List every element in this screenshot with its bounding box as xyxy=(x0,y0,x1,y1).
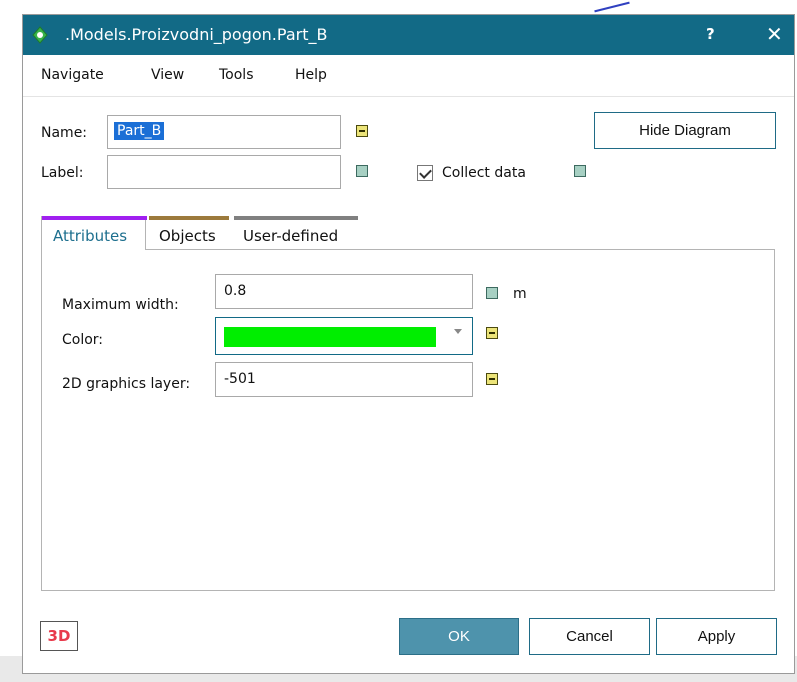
max-width-param-icon[interactable] xyxy=(486,287,498,299)
name-value: Part_B xyxy=(114,122,165,140)
collect-data-checkbox[interactable] xyxy=(417,165,433,181)
color-dropdown[interactable] xyxy=(215,317,473,355)
color-swatch xyxy=(224,327,436,347)
graphics-layer-label: 2D graphics layer: xyxy=(62,376,191,392)
graphics-layer-static-icon[interactable] xyxy=(486,373,498,385)
title-bar: .Models.Proizvodni_pogon.Part_B ? ✕ xyxy=(23,15,794,55)
tab-attributes[interactable]: Attributes xyxy=(41,216,147,250)
menu-view[interactable]: View xyxy=(151,67,184,83)
tab-objects-label: Objects xyxy=(159,227,216,245)
help-button[interactable]: ? xyxy=(706,25,715,43)
tab-attributes-label: Attributes xyxy=(53,227,128,245)
app-logo-icon xyxy=(32,26,48,44)
collect-data-label: Collect data xyxy=(442,165,526,181)
color-static-icon[interactable] xyxy=(486,327,498,339)
ok-button[interactable]: OK xyxy=(399,618,519,655)
tab-user-defined-label: User-defined xyxy=(243,227,339,245)
menu-bar: Navigate View Tools Help xyxy=(23,55,794,97)
max-width-unit: m xyxy=(513,286,527,302)
close-button[interactable]: ✕ xyxy=(766,22,783,46)
hide-diagram-button[interactable]: Hide Diagram xyxy=(594,112,776,149)
max-width-input[interactable]: 0.8 xyxy=(215,274,473,309)
window-title: .Models.Proizvodni_pogon.Part_B xyxy=(65,25,328,44)
properties-dialog: .Models.Proizvodni_pogon.Part_B ? ✕ Navi… xyxy=(22,14,795,674)
3d-badge-icon[interactable]: 3D xyxy=(40,621,78,651)
name-input[interactable]: Part_B xyxy=(107,115,341,149)
max-width-value: 0.8 xyxy=(224,283,247,299)
max-width-label: Maximum width: xyxy=(62,297,179,313)
tab-user-defined[interactable]: User-defined xyxy=(234,216,358,250)
graphics-layer-value: -501 xyxy=(224,371,256,387)
attributes-panel: Maximum width: 0.8 m Color: 2D graphics … xyxy=(41,249,775,591)
cancel-button[interactable]: Cancel xyxy=(529,618,650,655)
name-label: Name: xyxy=(41,125,88,141)
label-param-icon[interactable] xyxy=(356,165,368,177)
menu-navigate[interactable]: Navigate xyxy=(41,67,104,83)
label-label: Label: xyxy=(41,165,84,181)
name-static-icon[interactable] xyxy=(356,125,368,137)
color-label: Color: xyxy=(62,332,104,348)
chevron-down-icon[interactable] xyxy=(454,329,462,334)
label-input[interactable] xyxy=(107,155,341,189)
tab-attributes-color-bar xyxy=(42,216,147,220)
menu-help[interactable]: Help xyxy=(295,67,327,83)
menu-tools[interactable]: Tools xyxy=(219,67,254,83)
tab-objects[interactable]: Objects xyxy=(149,216,229,250)
apply-button[interactable]: Apply xyxy=(656,618,777,655)
collect-data-param-icon[interactable] xyxy=(574,165,586,177)
tab-user-defined-color-bar xyxy=(234,216,358,220)
desktop-background xyxy=(0,0,22,682)
tab-objects-color-bar xyxy=(149,216,229,220)
background-line xyxy=(594,1,630,13)
graphics-layer-input[interactable]: -501 xyxy=(215,362,473,397)
